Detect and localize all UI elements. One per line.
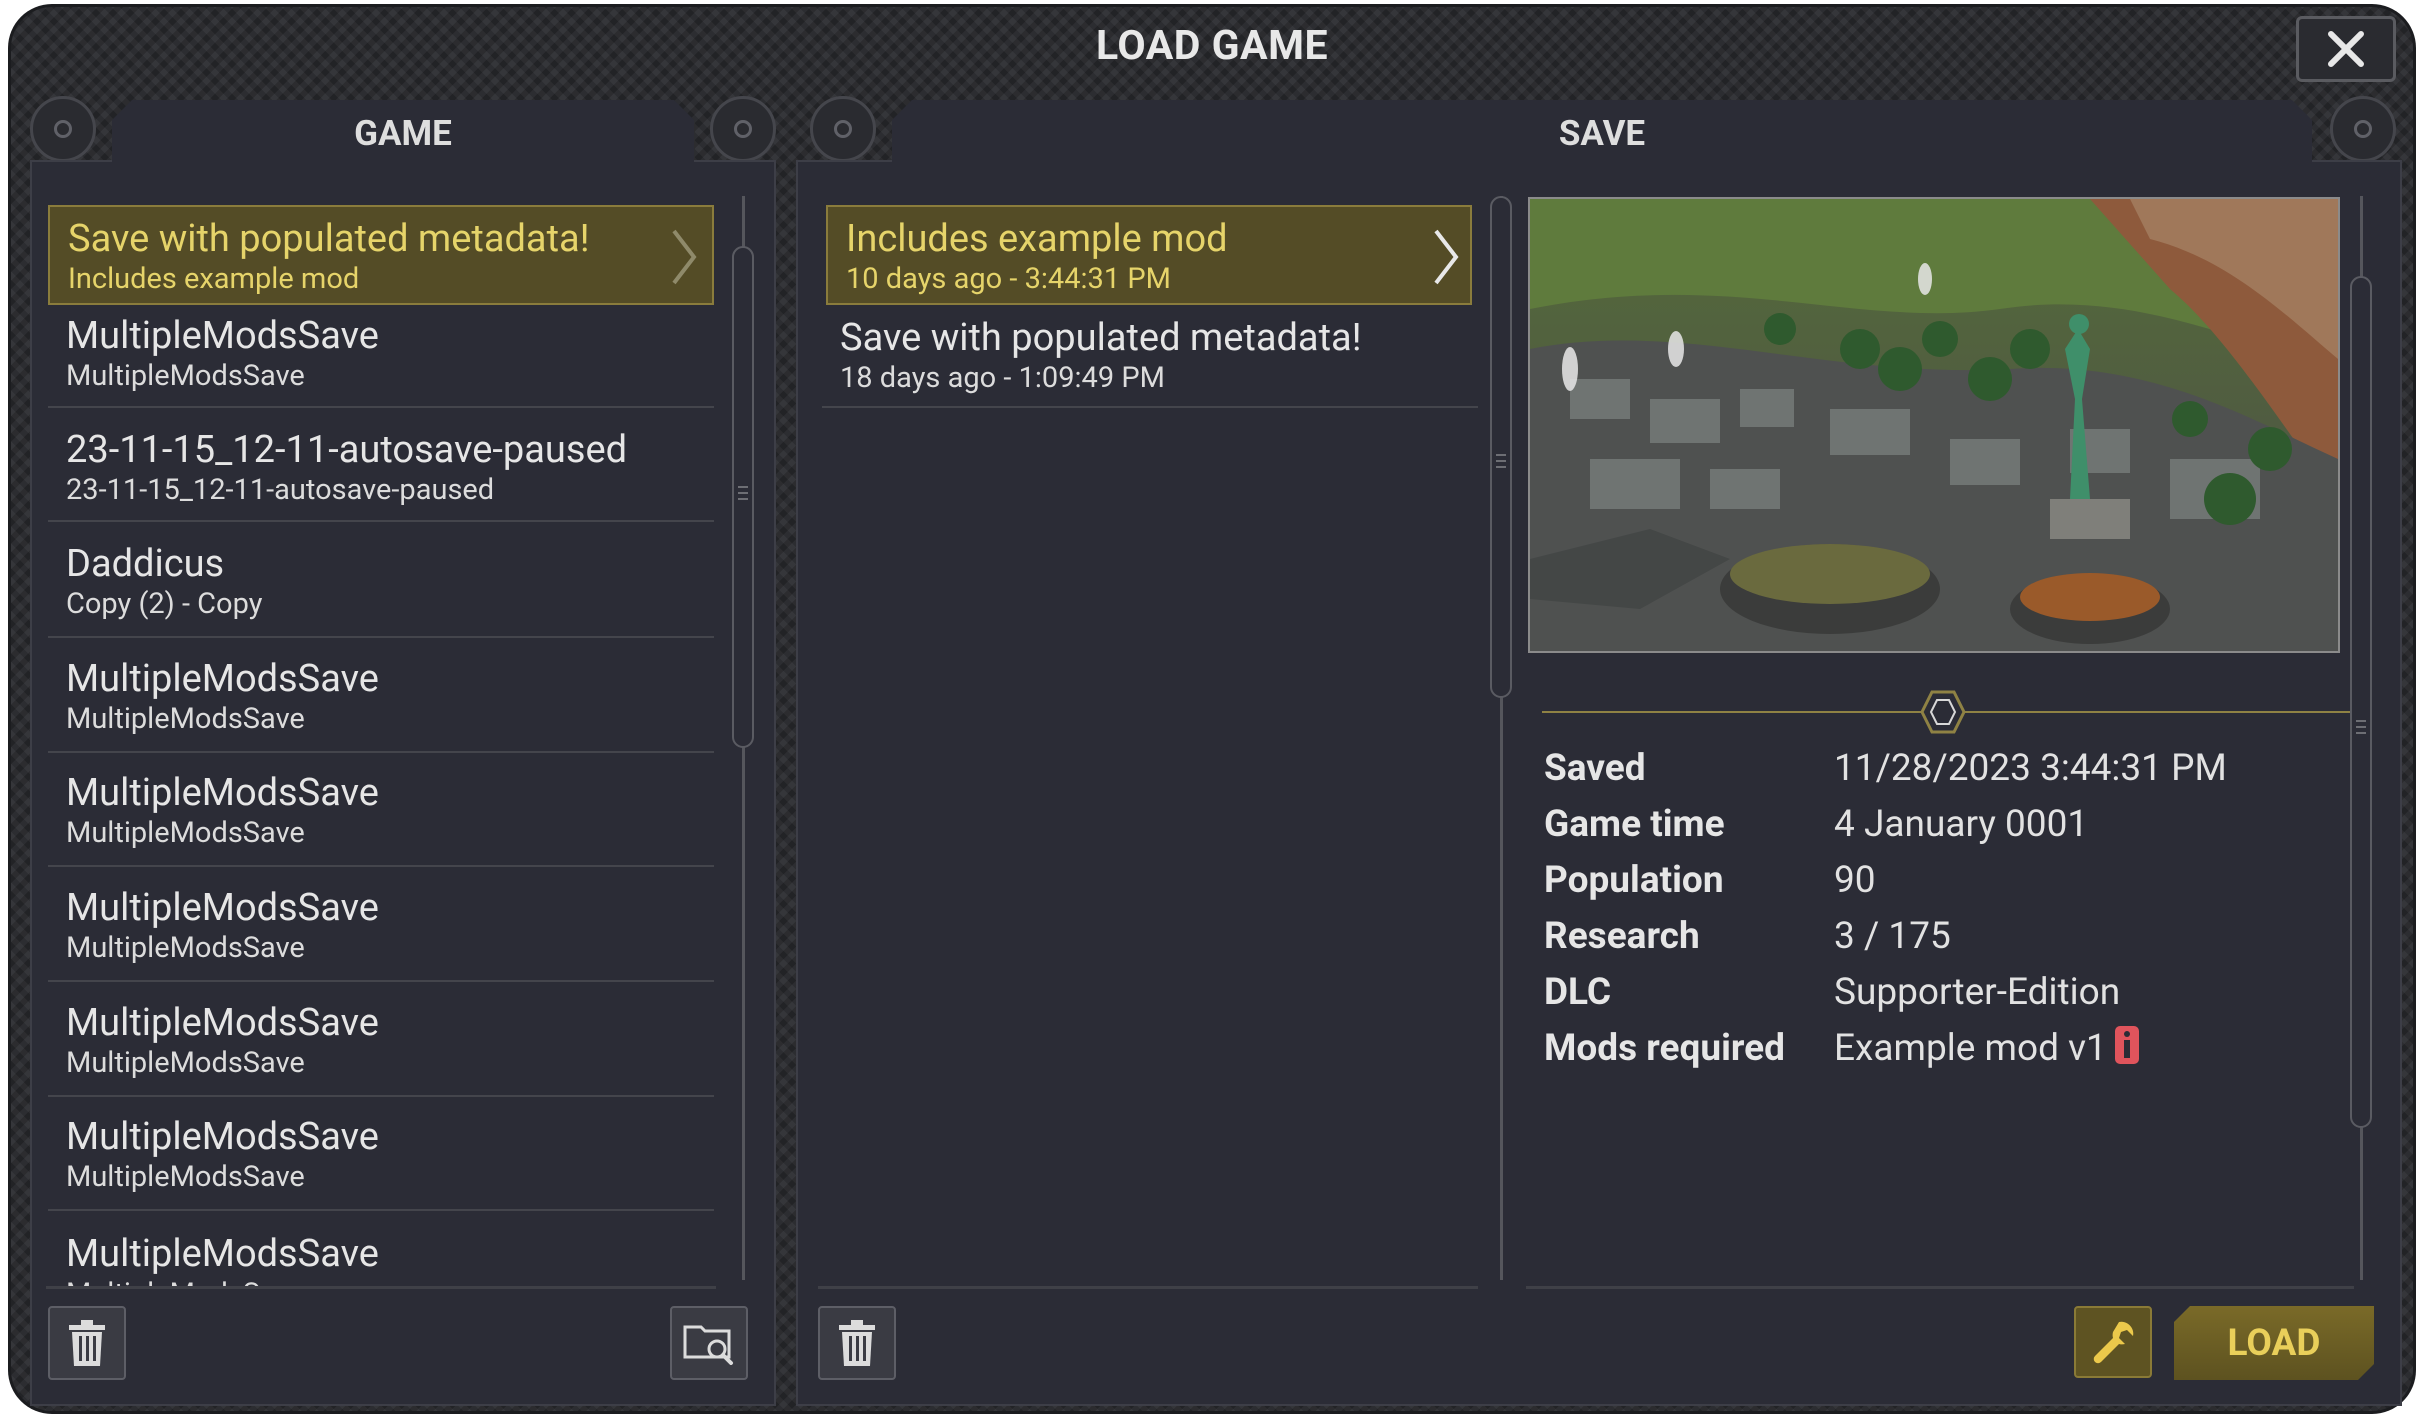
detail-key: Research — [1544, 915, 1700, 958]
game-list-item[interactable]: 23-11-15_12-11-autosave-paused 23-11-15_… — [48, 422, 714, 522]
panel-rivet — [2330, 96, 2396, 162]
required-mod-link[interactable]: Example mod v1 — [1834, 1027, 2107, 1070]
hexagon-ornament-icon — [1920, 690, 1966, 734]
save-list-item[interactable]: Save with populated metadata! 18 days ag… — [822, 308, 1478, 408]
grip-line — [2356, 732, 2366, 734]
grip-line — [738, 486, 748, 488]
detail-key: Game time — [1544, 803, 1725, 846]
window-title: LOAD GAME — [1095, 22, 1329, 70]
close-button[interactable] — [2296, 16, 2396, 82]
tab-game-label: GAME — [354, 113, 452, 154]
grip-line — [738, 492, 748, 494]
panel-rivet — [810, 96, 876, 162]
game-list-item[interactable]: Daddicus Copy (2) - Copy — [48, 536, 714, 638]
game-item-title: Daddicus — [66, 542, 225, 586]
tab-save-label: SAVE — [1558, 113, 1646, 154]
game-item-title: Save with populated metadata! — [68, 217, 590, 261]
grip-line — [2356, 726, 2366, 728]
game-list-item[interactable]: MultipleModsSave MultipleModsSave — [48, 880, 714, 982]
folder-search-icon — [683, 1325, 733, 1365]
panel-rivet — [710, 96, 776, 162]
grip-line — [1496, 460, 1506, 462]
wrench-icon — [2093, 1321, 2134, 1364]
detail-mods-required: Mods required Example mod v1 — [1544, 1026, 2139, 1072]
divider — [46, 1286, 716, 1289]
game-item-title: MultipleModsSave — [66, 1115, 379, 1159]
divider — [1526, 1286, 2354, 1289]
save-list-scrollbar-thumb[interactable] — [1490, 196, 1512, 698]
game-item-title: MultipleModsSave — [66, 771, 379, 815]
mod-settings-button[interactable] — [2074, 1306, 2152, 1378]
game-item-subtitle: MultipleModsSave — [66, 1046, 305, 1080]
detail-dlc: DLC Supporter-Edition — [1544, 970, 2120, 1016]
delete-save-button[interactable] — [818, 1306, 896, 1380]
chevron-right-icon — [672, 229, 697, 285]
game-list-item[interactable]: MultipleModsSave MultipleModsSave — [48, 995, 714, 1097]
detail-game-time: Game time 4 January 0001 — [1544, 802, 2088, 848]
load-button[interactable]: LOAD — [2174, 1306, 2374, 1380]
tab-save[interactable]: SAVE — [892, 100, 2312, 162]
detail-value: 90 — [1834, 859, 1876, 902]
grip-line — [1496, 454, 1506, 456]
game-list-item[interactable]: MultipleModsSave MultipleModsSave — [48, 1109, 714, 1211]
game-item-subtitle: Includes example mod — [68, 262, 360, 296]
grip-line — [2356, 720, 2366, 722]
game-item-subtitle: MultipleModsSave — [66, 359, 305, 393]
detail-population: Population 90 — [1544, 858, 1876, 904]
save-screenshot — [1528, 197, 2340, 653]
delete-game-button[interactable] — [48, 1306, 126, 1380]
save-item-subtitle: 18 days ago - 1:09:49 PM — [840, 361, 1165, 395]
game-item-subtitle: MultipleModsSave — [66, 931, 305, 965]
detail-key: DLC — [1544, 971, 1612, 1014]
game-item-title: MultipleModsSave — [66, 886, 379, 930]
game-item-title: 23-11-15_12-11-autosave-paused — [66, 428, 628, 472]
detail-saved: Saved 11/28/2023 3:44:31 PM — [1544, 746, 2227, 792]
game-item-subtitle: MultipleModsSave — [66, 702, 305, 736]
tab-game[interactable]: GAME — [112, 100, 694, 162]
detail-value: 11/28/2023 3:44:31 PM — [1834, 747, 2227, 790]
game-scrollbar-thumb[interactable] — [732, 246, 754, 748]
close-icon — [2328, 31, 2364, 67]
game-item-title: MultipleModsSave — [66, 1232, 379, 1276]
game-item-subtitle: 23-11-15_12-11-autosave-paused — [66, 473, 495, 507]
grip-line — [1496, 466, 1506, 468]
game-list-item[interactable]: MultipleModsSave MultipleModsSave — [48, 765, 714, 867]
detail-key: Mods required — [1544, 1027, 1785, 1070]
detail-research: Research 3 / 175 — [1544, 914, 1951, 960]
detail-key: Population — [1544, 859, 1724, 902]
trash-icon — [69, 1320, 105, 1366]
game-item-title: MultipleModsSave — [66, 314, 379, 358]
chevron-right-icon — [1434, 229, 1459, 285]
game-list-item[interactable]: Save with populated metadata! Includes e… — [48, 205, 714, 305]
trash-icon — [839, 1320, 875, 1366]
game-list-item[interactable]: MultipleModsSave MultipleModsSave — [48, 308, 714, 408]
game-list-item[interactable]: MultipleModsSave MultipleModsSave — [48, 651, 714, 753]
browse-folder-button[interactable] — [670, 1306, 748, 1380]
details-scrollbar-thumb[interactable] — [2350, 276, 2372, 1128]
detail-value: Supporter-Edition — [1834, 971, 2121, 1014]
detail-value: 4 January 0001 — [1834, 803, 2089, 846]
divider — [818, 1286, 1478, 1289]
game-item-subtitle: MultipleModsSave — [66, 816, 305, 850]
detail-value: 3 / 175 — [1834, 915, 1951, 958]
info-icon[interactable] — [2114, 1026, 2139, 1064]
game-item-subtitle: Copy (2) - Copy — [66, 587, 263, 621]
panel-rivet — [30, 96, 96, 162]
city-screenshot-image — [1530, 199, 2338, 651]
game-list-item[interactable]: MultipleModsSave MultipleModsSave — [48, 1224, 714, 1288]
detail-key: Saved — [1544, 747, 1646, 790]
game-item-subtitle: MultipleModsSave — [66, 1160, 305, 1194]
save-item-title: Includes example mod — [846, 217, 1228, 261]
game-item-title: MultipleModsSave — [66, 657, 379, 701]
save-list-item[interactable]: Includes example mod 10 days ago - 3:44:… — [826, 205, 1472, 305]
save-item-title: Save with populated metadata! — [840, 316, 1362, 360]
grip-line — [738, 498, 748, 500]
game-item-title: MultipleModsSave — [66, 1001, 379, 1045]
save-item-subtitle: 10 days ago - 3:44:31 PM — [846, 262, 1171, 296]
